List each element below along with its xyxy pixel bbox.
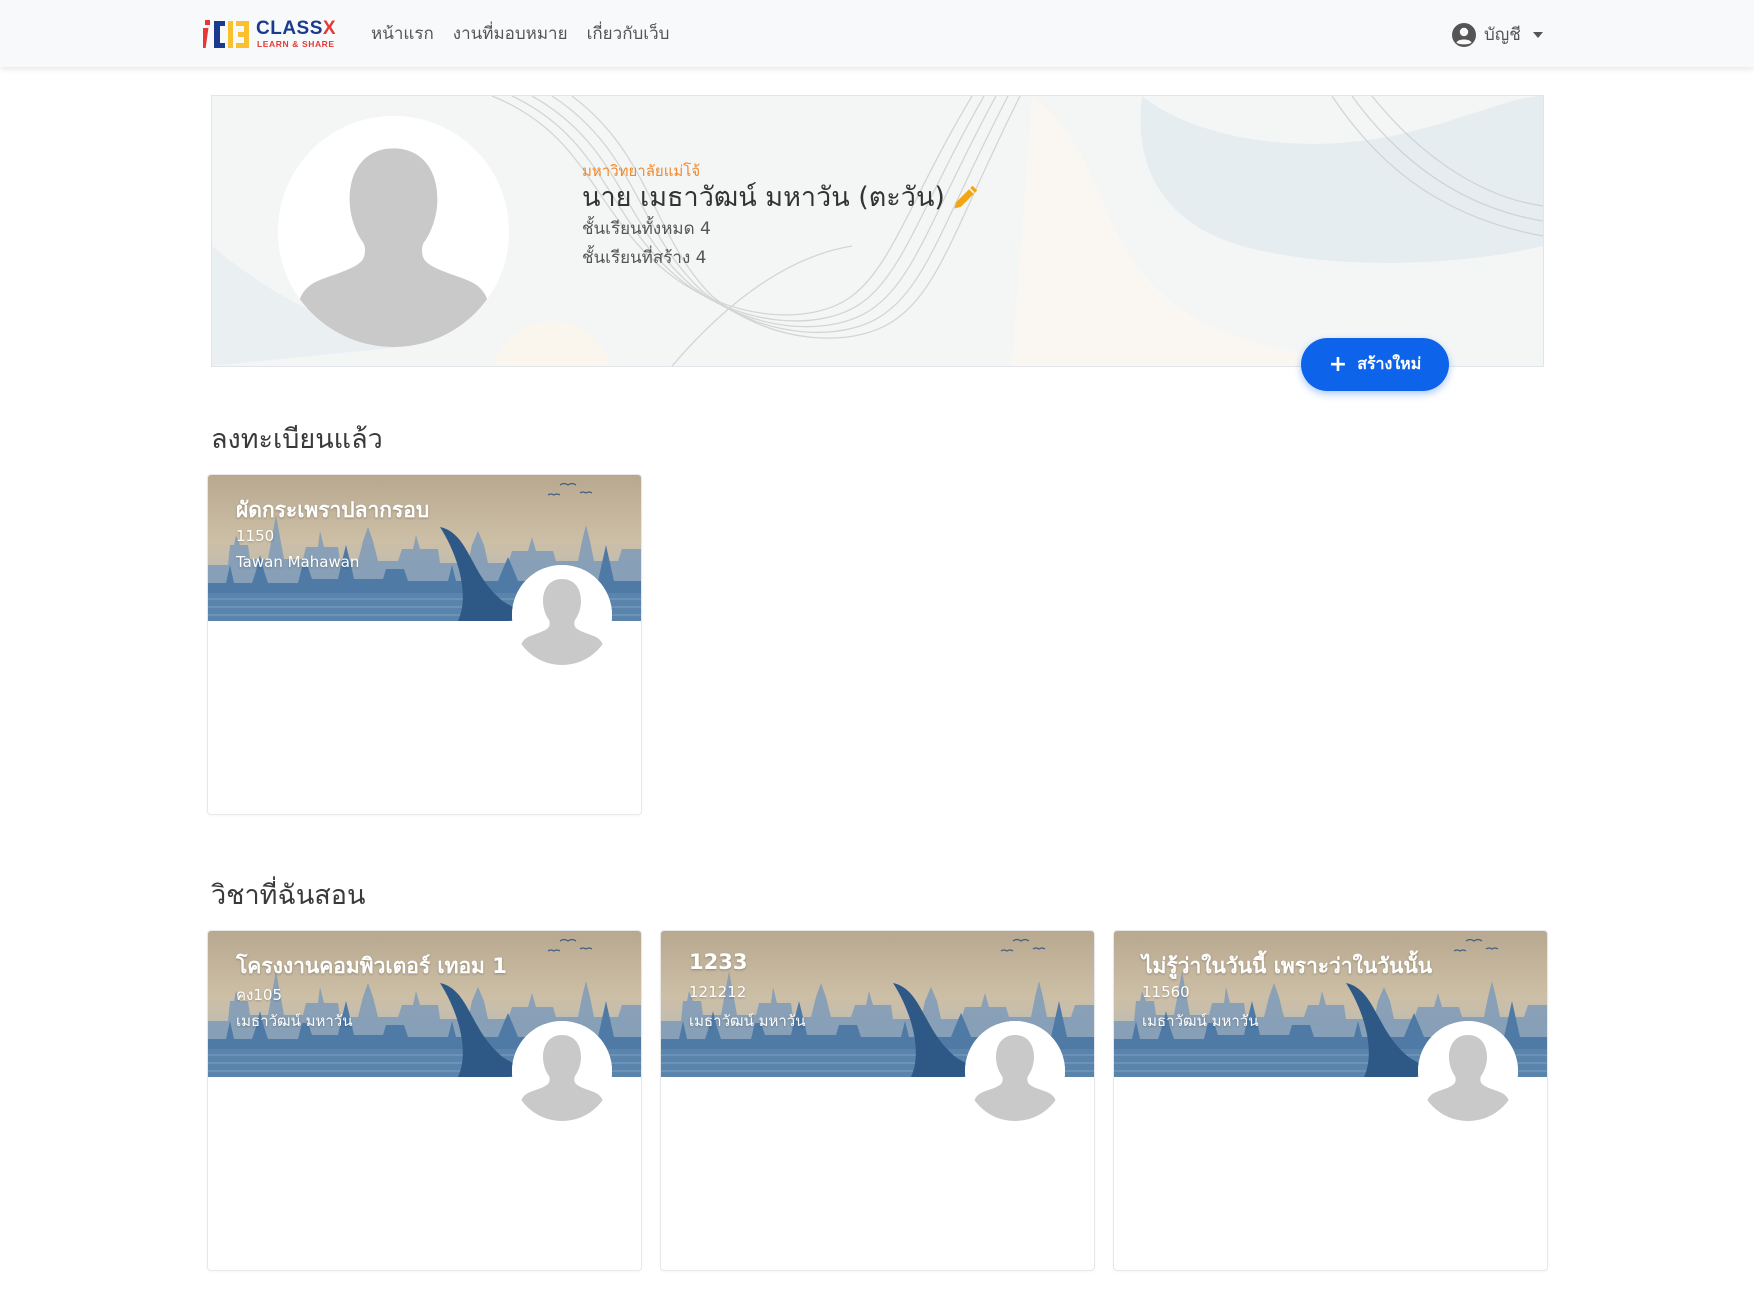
user-silhouette-icon: [965, 1021, 1065, 1121]
class-title: โครงงานคอมพิวเตอร์ เทอม 1: [236, 954, 507, 978]
teaching-section-title: วิชาที่ฉันสอน: [211, 880, 366, 911]
class-title: 1233: [689, 950, 748, 974]
profile-avatar: [278, 116, 509, 347]
account-dropdown[interactable]: บัญชี: [1452, 21, 1543, 48]
class-code: 121212: [689, 983, 747, 1001]
classx-logo[interactable]: CLASSX LEARN & SHARE: [203, 17, 338, 51]
logo-wordmark: CLASSX: [256, 18, 337, 39]
user-silhouette-icon: [278, 116, 509, 347]
class-title: ไม่รู้ว่าในวันนี้ เพราะว่าในวันนั้น: [1142, 954, 1433, 978]
profile-info: มหาวิทยาลัยแม่โจ้ นาย เมธาวัฒน์ มหาวัน (…: [582, 162, 979, 273]
university-name: มหาวิทยาลัยแม่โจ้: [582, 162, 701, 180]
class-card[interactable]: 1233 121212 เมธาวัฒน์ มหาวัน: [660, 930, 1095, 1271]
nav-link-home[interactable]: หน้าแรก: [371, 22, 434, 46]
user-circle-icon: [1452, 22, 1476, 47]
nav-link-assignments[interactable]: งานที่มอบหมาย: [453, 22, 568, 46]
profile-name: นาย เมธาวัฒน์ มหาวัน (ตะวัน): [582, 182, 945, 213]
user-silhouette-icon: [512, 565, 612, 665]
nav-links: หน้าแรก งานที่มอบหมาย เกี่ยวกับเว็บ: [371, 22, 669, 46]
class-code: คง105: [236, 986, 282, 1004]
plus-icon: +: [1328, 351, 1348, 377]
class-owner: Tawan Mahawan: [236, 553, 360, 571]
class-owner-avatar: [512, 565, 612, 665]
user-silhouette-icon: [1418, 1021, 1518, 1121]
account-label: บัญชี: [1484, 25, 1521, 45]
class-code: 11560: [1142, 983, 1190, 1001]
create-new-button[interactable]: + สร้างใหม่: [1301, 338, 1449, 391]
chevron-down-icon: [1532, 31, 1543, 38]
nav-link-about[interactable]: เกี่ยวกับเว็บ: [587, 22, 670, 46]
create-new-label: สร้างใหม่: [1357, 354, 1422, 373]
class-owner-avatar: [965, 1021, 1065, 1121]
pencil-icon[interactable]: [951, 184, 979, 212]
name-row: นาย เมธาวัฒน์ มหาวัน (ตะวัน): [582, 181, 979, 215]
user-silhouette-icon: [512, 1021, 612, 1121]
class-card[interactable]: ไม่รู้ว่าในวันนี้ เพราะว่าในวันนั้น 1156…: [1113, 930, 1548, 1271]
class-owner-avatar: [512, 1021, 612, 1121]
class-title: ผัดกระเพราปลากรอบ: [236, 498, 430, 522]
class-owner: เมธาวัฒน์ มหาวัน: [689, 1012, 806, 1030]
total-classes: ชั้นเรียนทั้งหมด 4: [582, 219, 711, 239]
navbar: CLASSX LEARN & SHARE หน้าแรก งานที่มอบหม…: [0, 0, 1754, 67]
class-owner-avatar: [1418, 1021, 1518, 1121]
profile-banner: มหาวิทยาลัยแม่โจ้ นาย เมธาวัฒน์ มหาวัน (…: [211, 95, 1544, 367]
logo-tagline: LEARN & SHARE: [257, 39, 335, 49]
created-classes: ชั้นเรียนที่สร้าง 4: [582, 248, 707, 268]
classx-logo-icon: [203, 20, 249, 48]
class-card[interactable]: ผัดกระเพราปลากรอบ 1150 Tawan Mahawan: [207, 474, 642, 815]
enrolled-section-title: ลงทะเบียนแล้ว: [211, 424, 383, 455]
class-owner: เมธาวัฒน์ มหาวัน: [1142, 1012, 1259, 1030]
class-owner: เมธาวัฒน์ มหาวัน: [236, 1012, 353, 1030]
class-card[interactable]: โครงงานคอมพิวเตอร์ เทอม 1 คง105 เมธาวัฒน…: [207, 930, 642, 1271]
class-code: 1150: [236, 527, 275, 545]
